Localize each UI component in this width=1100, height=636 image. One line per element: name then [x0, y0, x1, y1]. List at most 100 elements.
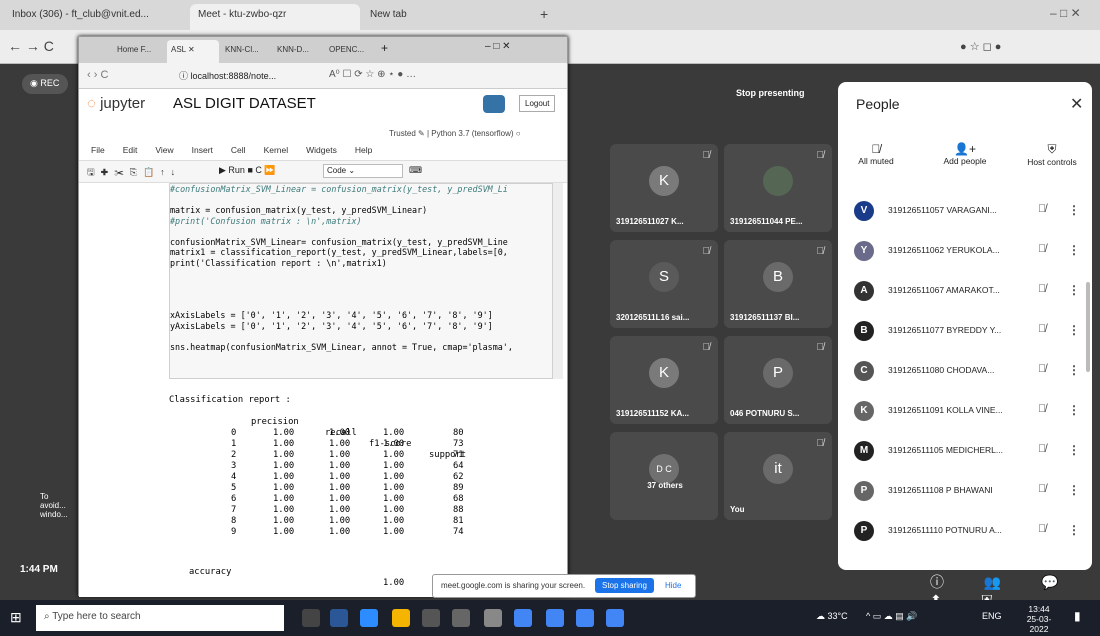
app-icon[interactable]: [452, 609, 470, 627]
windows-start-icon[interactable]: ⊞: [10, 609, 22, 626]
jupyter-logo[interactable]: ◌ jupyter: [87, 95, 145, 112]
menu-insert[interactable]: Insert: [192, 145, 213, 155]
more-options-icon[interactable]: ⋮: [1068, 243, 1080, 257]
more-options-icon[interactable]: ⋮: [1068, 323, 1080, 337]
notification-icon[interactable]: ▮: [1074, 609, 1081, 623]
mic-off-icon[interactable]: 🎙̸: [1038, 243, 1046, 255]
mic-off-icon[interactable]: 🎙̸: [1038, 203, 1046, 215]
window-controls-icon[interactable]: – □ ✕: [485, 41, 511, 52]
all-muted-action[interactable]: 🎙̸ All muted: [846, 142, 906, 166]
window-controls-icon[interactable]: – □ ✕: [1050, 6, 1081, 20]
toolbar-buttons-icon[interactable]: 🖫✚✂⎘📋↑↓: [87, 165, 181, 181]
menu-widgets[interactable]: Widgets: [306, 145, 337, 155]
mic-off-icon[interactable]: 🎙̸: [1038, 283, 1046, 295]
participant-tile[interactable]: 🎙̸ B 319126511137 BI...: [724, 240, 832, 328]
logout-button[interactable]: Logout: [519, 95, 556, 112]
participant-row[interactable]: V 319126511057 VARAGANI... 🎙̸ ⋮: [838, 194, 1092, 230]
more-options-icon[interactable]: ⋮: [1068, 203, 1080, 217]
explorer-icon[interactable]: [392, 609, 410, 627]
report-cell-recall: 1.00: [329, 450, 351, 460]
menu-file[interactable]: File: [91, 145, 105, 155]
chrome-icon[interactable]: [514, 609, 532, 627]
toolbar-icons[interactable]: A⁰ ☐ ⟳ ☆ ⊕ ⋆ ● …: [329, 69, 416, 80]
participant-tile[interactable]: 🎙̸ S 320126511L16 sai...: [610, 240, 718, 328]
outer-tab-inbox[interactable]: Inbox (306) - ft_club@vnit.ed...: [4, 4, 164, 30]
trusted-indicator[interactable]: Trusted ✎ | Python 3.7 (tensorflow) ○: [389, 129, 521, 138]
participant-row[interactable]: C 319126511080 CHODAVA... 🎙̸ ⋮: [838, 354, 1092, 390]
participant-tile[interactable]: 🎙̸ 319126511044 PE...: [724, 144, 832, 232]
extensions-icon[interactable]: ● ☆ ◻ ●: [960, 40, 1001, 53]
more-options-icon[interactable]: ⋮: [1068, 523, 1080, 537]
new-tab-icon[interactable]: +: [381, 41, 388, 55]
keyboard-icon[interactable]: ⌨: [409, 165, 422, 176]
back-forward-reload-icon[interactable]: ← → C: [8, 38, 54, 54]
tile-name: 320126511L16 sai...: [616, 313, 690, 322]
menu-edit[interactable]: Edit: [123, 145, 138, 155]
inner-tab[interactable]: KNN-D...: [273, 40, 323, 63]
participant-row[interactable]: K 319126511091 KOLLA VINE... 🎙̸ ⋮: [838, 394, 1092, 430]
more-options-icon[interactable]: ⋮: [1068, 363, 1080, 377]
inner-tab[interactable]: Home F...: [113, 40, 163, 63]
stop-sharing-button[interactable]: Stop sharing: [595, 578, 654, 593]
more-options-icon[interactable]: ⋮: [1068, 283, 1080, 297]
notebook-title[interactable]: ASL DIGIT DATASET: [173, 95, 316, 112]
code-text[interactable]: #confusionMatrix_SVM_Linear = confusion_…: [170, 184, 552, 352]
code-cell[interactable]: #confusionMatrix_SVM_Linear = confusion_…: [169, 183, 553, 379]
task-view-icon[interactable]: [302, 609, 320, 627]
outer-tab-meet[interactable]: Meet - ktu-zwbo-qzr: [190, 4, 360, 30]
mic-off-icon[interactable]: 🎙̸: [1038, 443, 1046, 455]
participant-row[interactable]: B 319126511077 BYREDDY Y... 🎙̸ ⋮: [838, 314, 1092, 350]
mic-off-icon[interactable]: 🎙̸: [1038, 363, 1046, 375]
people-scrollbar[interactable]: [1086, 282, 1090, 372]
participant-row[interactable]: M 319126511105 MEDICHERL... 🎙̸ ⋮: [838, 434, 1092, 470]
hide-button[interactable]: Hide: [665, 581, 681, 590]
more-options-icon[interactable]: ⋮: [1068, 403, 1080, 417]
menu-cell[interactable]: Cell: [231, 145, 246, 155]
cell-type-select[interactable]: Code ⌄: [323, 164, 403, 178]
participant-row[interactable]: P 319126511108 P BHAWANI 🎙̸ ⋮: [838, 474, 1092, 510]
participant-tile[interactable]: 🎙̸ P 046 POTNURU S...: [724, 336, 832, 424]
inner-tab[interactable]: OPENC...: [325, 40, 377, 63]
chrome-icon[interactable]: [546, 609, 564, 627]
avatar: P: [763, 358, 793, 388]
url-field[interactable]: ⓘ localhost:8888/note...: [179, 69, 276, 82]
others-tile[interactable]: D C 37 others: [610, 432, 718, 520]
nav-icon[interactable]: ‹ › C: [87, 69, 108, 81]
run-button[interactable]: ▶ Run ■ C ⏩: [219, 165, 276, 176]
menu-view[interactable]: View: [155, 145, 173, 155]
chrome-icon[interactable]: [576, 609, 594, 627]
menu-kernel[interactable]: Kernel: [264, 145, 289, 155]
participant-tile[interactable]: 🎙̸ K 319126511152 KA...: [610, 336, 718, 424]
mic-off-icon[interactable]: 🎙̸: [1038, 523, 1046, 535]
mic-off-icon[interactable]: 🎙̸: [1038, 403, 1046, 415]
cell-scrollbar[interactable]: [553, 183, 563, 379]
weather-widget[interactable]: ☁ 33°C: [816, 611, 848, 622]
outer-tab-new[interactable]: New tab: [362, 4, 532, 30]
more-options-icon[interactable]: ⋮: [1068, 443, 1080, 457]
participant-tile[interactable]: 🎙̸ K 319126511027 K...: [610, 144, 718, 232]
edge-icon[interactable]: [360, 609, 378, 627]
mail-icon[interactable]: [422, 609, 440, 627]
inner-tab[interactable]: KNN-Cl...: [221, 40, 271, 63]
participant-row[interactable]: Y 319126511062 YERUKOLA... 🎙̸ ⋮: [838, 234, 1092, 270]
mic-off-icon[interactable]: 🎙̸: [1038, 483, 1046, 495]
app-icon[interactable]: [484, 609, 502, 627]
more-options-icon[interactable]: ⋮: [1068, 483, 1080, 497]
language-indicator[interactable]: ENG: [982, 611, 1002, 621]
add-people-action[interactable]: 👤+ Add people: [930, 142, 1000, 166]
system-tray-icons[interactable]: ^ ▭ ☁ ▤ 🔊: [866, 611, 917, 622]
taskbar-clock[interactable]: 13:44 25-03-2022: [1018, 604, 1060, 634]
participant-row[interactable]: P 319126511110 POTNURU A... 🎙̸ ⋮: [838, 514, 1092, 550]
mic-off-icon[interactable]: 🎙̸: [1038, 323, 1046, 335]
new-tab-icon[interactable]: +: [540, 6, 548, 22]
inner-tab-asl[interactable]: ASL ✕: [167, 40, 219, 63]
host-controls-action[interactable]: ⛨ Host controls: [1016, 142, 1088, 167]
chrome-icon[interactable]: [606, 609, 624, 627]
self-tile[interactable]: 🎙̸ it You: [724, 432, 832, 520]
menu-help[interactable]: Help: [355, 145, 372, 155]
taskbar-search[interactable]: ⌕ Type here to search: [36, 605, 284, 631]
close-icon[interactable]: ✕: [1070, 94, 1083, 114]
app-icon[interactable]: [330, 609, 348, 627]
stop-presenting-button[interactable]: Stop presenting: [736, 88, 805, 98]
participant-row[interactable]: A 319126511067 AMARAKOT... 🎙̸ ⋮: [838, 274, 1092, 310]
